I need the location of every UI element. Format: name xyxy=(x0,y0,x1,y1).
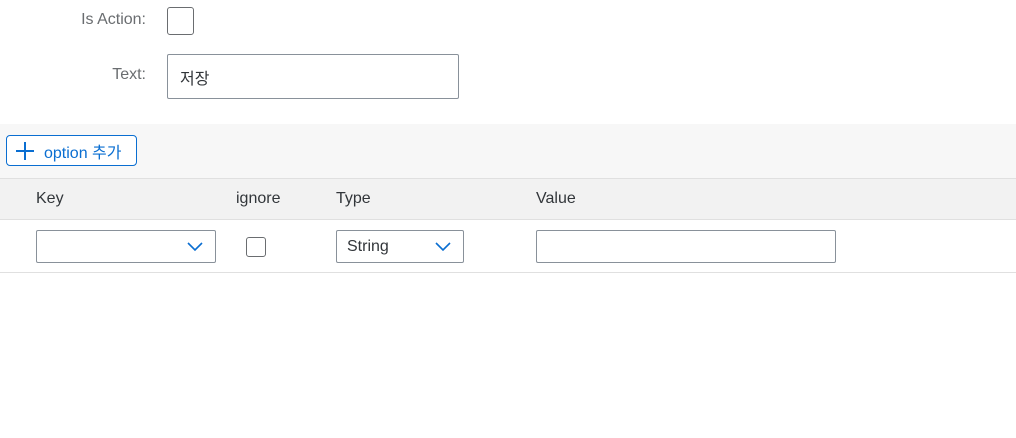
is-action-row: Is Action: xyxy=(0,0,1016,44)
chevron-down-icon xyxy=(435,242,451,252)
type-select[interactable]: String xyxy=(336,230,464,263)
text-input-value: 저장 xyxy=(180,70,210,88)
value-input[interactable] xyxy=(536,230,836,263)
plus-icon xyxy=(15,141,35,161)
key-select[interactable] xyxy=(36,230,216,263)
table-row: String xyxy=(0,220,1016,273)
table-header: Key ignore Type Value xyxy=(0,178,1016,220)
table-toolbar: option 추가 xyxy=(0,124,1016,178)
add-option-label: option 추가 xyxy=(44,144,122,162)
column-header-ignore: ignore xyxy=(236,190,281,207)
text-label: Text: xyxy=(112,66,146,83)
type-select-value: String xyxy=(347,237,389,255)
is-action-checkbox[interactable] xyxy=(167,7,194,35)
is-action-label: Is Action: xyxy=(81,11,146,28)
text-row: Text: 저장 xyxy=(0,44,1016,110)
ignore-checkbox[interactable] xyxy=(246,237,266,257)
add-option-button[interactable]: option 추가 xyxy=(6,135,137,166)
column-header-key: Key xyxy=(36,190,64,207)
column-header-type: Type xyxy=(336,190,371,207)
chevron-down-icon xyxy=(187,242,203,252)
column-header-value: Value xyxy=(536,190,576,207)
text-input[interactable]: 저장 xyxy=(167,54,459,99)
